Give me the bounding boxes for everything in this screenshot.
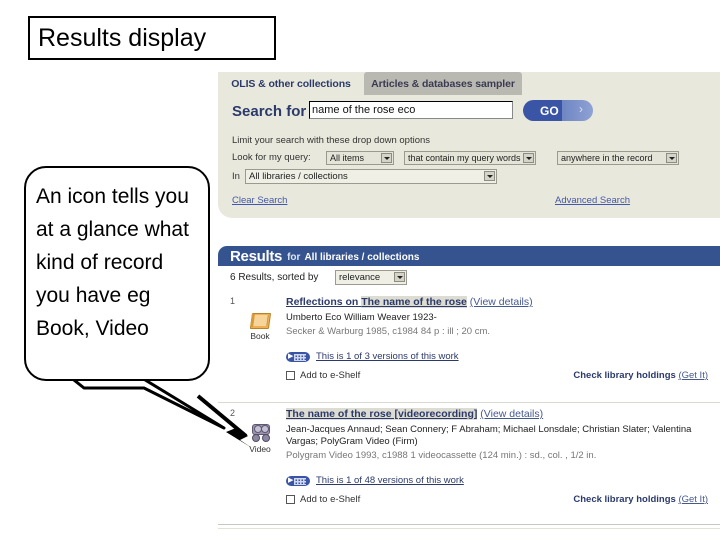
tab-bar: OLIS & other collections Articles & data… (218, 72, 720, 95)
dropdown-libraries-value: All libraries / collections (249, 171, 348, 182)
callout-text: An icon tells you at a glance what kind … (36, 185, 189, 340)
add-to-eshelf-checkbox[interactable] (286, 495, 295, 504)
result-icon-label: Book (250, 331, 270, 341)
result-authors: Umberto Eco William Weaver 1923- (286, 312, 437, 323)
limit-search-note: Limit your search with these drop down o… (232, 135, 431, 146)
search-row: Search for GO › (218, 99, 720, 127)
chevron-right-icon: › (579, 102, 583, 116)
callout-balloon: An icon tells you at a glance what kind … (24, 166, 234, 430)
tab-olis-label: OLIS & other collections (231, 77, 351, 90)
results-header-for: for (287, 252, 301, 263)
check-library-holdings[interactable]: Check library holdings (Get It) (573, 370, 708, 381)
clear-search-link[interactable]: Clear Search (232, 195, 287, 206)
add-to-eshelf-label: Add to e-Shelf (300, 494, 361, 505)
tab-articles-databases-sampler[interactable]: Articles & databases sampler (364, 72, 522, 95)
chevron-down-icon (394, 272, 405, 282)
slide-title-box: Results display (28, 16, 276, 60)
add-to-eshelf-checkbox[interactable] (286, 371, 295, 380)
dropdown-match-mode-value: that contain my query words (408, 153, 521, 163)
slide-canvas: Results display OLIS & other collections… (0, 0, 720, 540)
dropdown-sort-by-value: relevance (339, 272, 381, 283)
versions-link[interactable]: This is 1 of 3 versions of this work (316, 351, 459, 362)
check-library-holdings[interactable]: Check library holdings (Get It) (573, 494, 708, 505)
results-count-label: 6 Results, sorted by (230, 272, 319, 283)
dropdown-item-type[interactable]: All items (326, 151, 394, 165)
page-title: Results display (38, 23, 207, 52)
check-library-holdings-label: Check library holdings (573, 370, 676, 381)
versions-badge-icon: ▶ (286, 476, 310, 486)
versions-link[interactable]: This is 1 of 48 versions of this work (316, 475, 464, 486)
get-it-link[interactable]: (Get It) (678, 494, 708, 505)
result-title[interactable]: The name of the rose [videorecording] (V… (286, 408, 543, 420)
result-publication: Polygram Video 1993, c1988 1 videocasset… (286, 450, 597, 461)
result-divider (218, 528, 720, 529)
tab-olis-other-collections[interactable]: OLIS & other collections (224, 72, 358, 95)
search-for-label: Search for (232, 103, 307, 120)
results-sort-row: 6 Results, sorted by relevance (218, 270, 720, 288)
chevron-down-icon (381, 153, 392, 163)
results-header-scope: All libraries / collections (304, 252, 420, 263)
tab-articles-label: Articles & databases sampler (371, 77, 515, 90)
dropdown-field-scope-value: anywhere in the record (561, 153, 653, 163)
search-input[interactable] (309, 101, 513, 119)
chevron-down-icon (523, 153, 534, 163)
result-publication: Secker & Warburg 1985, c1984 84 p : ill … (286, 326, 490, 337)
advanced-search-link[interactable]: Advanced Search (555, 195, 630, 206)
dropdown-sort-by[interactable]: relevance (335, 270, 407, 285)
dropdown-libraries[interactable]: All libraries / collections (245, 169, 497, 184)
result-divider (218, 402, 720, 403)
go-button[interactable]: GO › (523, 100, 593, 121)
result-title-prefix: Reflections on (286, 296, 362, 308)
book-icon: Book (238, 312, 282, 341)
book-icon-glyph (249, 312, 272, 329)
search-panel: OLIS & other collections Articles & data… (218, 72, 720, 218)
chevron-down-icon (666, 153, 677, 163)
add-to-eshelf-label: Add to e-Shelf (300, 370, 361, 381)
result-title-highlight: The name of the rose (361, 296, 467, 308)
view-details-link[interactable]: (View details) (480, 408, 543, 420)
result-authors: Jean-Jacques Annaud; Sean Connery; F Abr… (286, 424, 692, 447)
result-title-highlight: The name of the rose [videorecording] (286, 408, 478, 420)
go-button-label: GO (540, 103, 559, 118)
pointer-arrow-icon (196, 394, 252, 448)
versions-badge-icon: ▶ (286, 352, 310, 362)
result-title[interactable]: Reflections on The name of the rose (Vie… (286, 296, 533, 308)
view-details-link[interactable]: (View details) (470, 296, 533, 308)
chevron-down-icon (484, 171, 495, 181)
dropdown-match-mode[interactable]: that contain my query words (404, 151, 536, 165)
result-item: 1 Book Reflections on The name of the ro… (218, 296, 720, 404)
dropdown-item-type-value: All items (330, 153, 365, 163)
get-it-link[interactable]: (Get It) (678, 370, 708, 381)
look-for-query-label: Look for my query: (232, 152, 311, 163)
results-header-bar: Results for All libraries / collections (218, 246, 720, 266)
check-library-holdings-label: Check library holdings (573, 494, 676, 505)
dropdown-field-scope[interactable]: anywhere in the record (557, 151, 679, 165)
result-item: 2 Video The name of the rose [videorecor… (218, 408, 720, 520)
result-divider (218, 524, 720, 525)
